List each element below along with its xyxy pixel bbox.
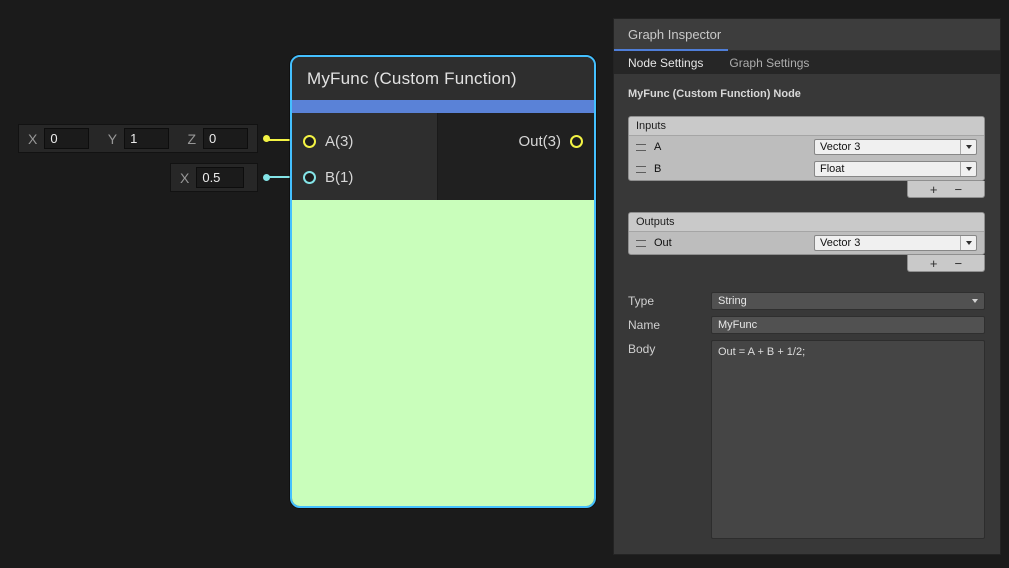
output-ports: Out(3): [438, 113, 594, 200]
port-out-connector-icon[interactable]: [570, 135, 583, 148]
node-port-area: A(3) B(1) Out(3): [292, 113, 594, 200]
type-label: Type: [628, 292, 711, 308]
port-a-label: A(3): [325, 133, 353, 150]
node-settings-heading: MyFunc (Custom Function) Node: [628, 88, 985, 100]
name-label: Name: [628, 316, 711, 332]
port-a-connector-icon[interactable]: [303, 135, 316, 148]
input-row-b[interactable]: B Float: [629, 158, 984, 180]
outputs-section-title: Outputs: [629, 213, 984, 232]
node-preview: [292, 200, 594, 506]
input-name: A: [654, 141, 806, 153]
graph-inspector-panel: Graph Inspector Node Settings Graph Sett…: [613, 18, 1001, 555]
remove-output-button[interactable]: −: [955, 257, 963, 270]
input-b-type-dropdown[interactable]: Float: [814, 161, 977, 177]
body-label: Body: [628, 340, 711, 356]
name-input[interactable]: [711, 316, 985, 334]
float-value-field[interactable]: [196, 167, 244, 188]
add-input-button[interactable]: +: [930, 183, 938, 196]
node-title: MyFunc (Custom Function): [307, 69, 517, 89]
input-name: B: [654, 163, 806, 175]
inspector-tabbar: Node Settings Graph Settings: [614, 51, 1000, 74]
x-axis-label[interactable]: X: [28, 131, 37, 147]
active-panel-underline: [614, 49, 728, 51]
outputs-list-footer: + −: [907, 255, 985, 272]
x-value-field[interactable]: [44, 128, 89, 149]
drag-handle-icon[interactable]: [636, 144, 646, 151]
type-dropdown[interactable]: String: [711, 292, 985, 310]
port-row-out: Out(3): [438, 129, 594, 153]
type-field-row: Type String: [628, 292, 985, 310]
panel-title: Graph Inspector: [628, 27, 721, 42]
add-output-button[interactable]: +: [930, 257, 938, 270]
custom-function-node[interactable]: MyFunc (Custom Function) A(3) B(1) Out(3…: [290, 55, 596, 508]
dropdown-arrow-icon: [960, 140, 976, 154]
vector3-default-widget: X Y Z: [18, 124, 258, 153]
y-axis-label[interactable]: Y: [108, 131, 117, 147]
port-b-label: B(1): [325, 169, 353, 186]
y-value-field[interactable]: [124, 128, 169, 149]
inputs-section-title: Inputs: [629, 117, 984, 136]
z-axis-label[interactable]: Z: [187, 131, 196, 147]
drag-handle-icon[interactable]: [636, 240, 646, 247]
node-category-colorbar: [292, 100, 594, 113]
output-type-dropdown[interactable]: Vector 3: [814, 235, 977, 251]
inspector-body: MyFunc (Custom Function) Node Inputs A V…: [614, 74, 1000, 554]
inputs-section: Inputs A Vector 3 B Float: [628, 116, 985, 181]
output-name: Out: [654, 237, 806, 249]
port-row-b: B(1): [292, 165, 437, 189]
port-b-connector-icon[interactable]: [303, 171, 316, 184]
input-ports: A(3) B(1): [292, 113, 438, 200]
dropdown-value: Vector 3: [820, 141, 860, 153]
x-axis-label[interactable]: X: [180, 170, 189, 186]
input-a-type-dropdown[interactable]: Vector 3: [814, 139, 977, 155]
dropdown-arrow-icon: [960, 236, 976, 250]
node-title-bar[interactable]: MyFunc (Custom Function): [292, 57, 594, 100]
outputs-section: Outputs Out Vector 3: [628, 212, 985, 255]
body-input[interactable]: Out = A + B + 1/2;: [711, 340, 985, 539]
port-row-a: A(3): [292, 129, 437, 153]
remove-input-button[interactable]: −: [955, 183, 963, 196]
z-value-field[interactable]: [203, 128, 248, 149]
name-field-row: Name: [628, 316, 985, 334]
tab-node-settings[interactable]: Node Settings: [628, 56, 703, 70]
float-default-widget: X: [170, 163, 258, 192]
body-field-row: Body Out = A + B + 1/2;: [628, 340, 985, 539]
graph-inspector-header[interactable]: Graph Inspector: [614, 19, 1000, 51]
dropdown-arrow-icon: [972, 299, 978, 303]
input-row-a[interactable]: A Vector 3: [629, 136, 984, 158]
output-row-out[interactable]: Out Vector 3: [629, 232, 984, 254]
inputs-list-footer: + −: [907, 181, 985, 198]
tab-graph-settings[interactable]: Graph Settings: [729, 56, 809, 70]
function-fields: Type String Name Body Out = A + B + 1/2;: [628, 292, 985, 545]
dropdown-value: Float: [820, 163, 844, 175]
dropdown-arrow-icon: [960, 162, 976, 176]
dropdown-value: String: [718, 295, 747, 307]
drag-handle-icon[interactable]: [636, 166, 646, 173]
port-out-label: Out(3): [518, 133, 561, 150]
dropdown-value: Vector 3: [820, 237, 860, 249]
